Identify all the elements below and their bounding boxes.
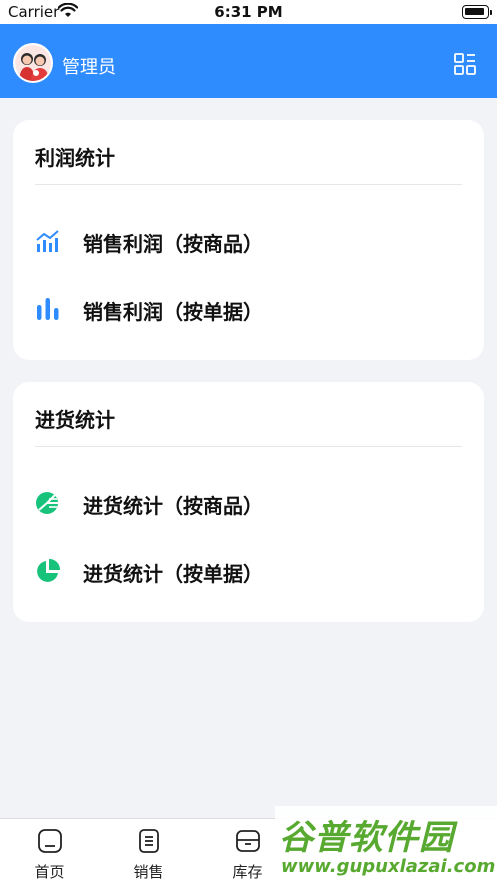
tab-sales[interactable]: 销售 (99, 819, 198, 883)
menu-item-purchase-by-product[interactable]: 进货统计（按商品） (13, 478, 484, 526)
pie-segments-icon (35, 490, 61, 516)
menu-item-sales-profit-by-product[interactable]: 销售利润（按商品） (13, 216, 484, 264)
home-icon (37, 828, 63, 854)
watermark: 谷普软件园 www.gupuxlazai.com (275, 806, 497, 883)
grid-icon[interactable] (453, 52, 477, 76)
card-title: 进货统计 (35, 408, 115, 432)
trend-chart-icon (35, 228, 61, 254)
pie-chart-icon (35, 558, 61, 584)
tab-label: 首页 (34, 863, 65, 881)
avatar-icon[interactable] (13, 43, 53, 83)
menu-item-sales-profit-by-order[interactable]: 销售利润（按单据） (13, 284, 484, 332)
watermark-url: www.gupuxlazai.com (281, 856, 496, 877)
menu-item-label: 销售利润（按商品） (83, 232, 263, 256)
archive-box-icon (235, 828, 261, 854)
menu-item-label: 销售利润（按单据） (83, 300, 263, 324)
clipboard-icon (136, 828, 162, 854)
page-title: 管理员 (62, 57, 116, 78)
bar-chart-icon (35, 296, 61, 322)
tab-home[interactable]: 首页 (0, 819, 99, 883)
menu-item-label: 进货统计（按商品） (83, 494, 263, 518)
clock-time: 6:31 PM (214, 3, 283, 21)
watermark-logo: 谷普软件园 (279, 818, 454, 858)
divider (35, 446, 462, 447)
profit-stats-card: 利润统计 销售利润（按商品） 销售利润（按单据） (13, 120, 484, 360)
menu-item-label: 进货统计（按单据） (83, 562, 263, 586)
divider (35, 184, 462, 185)
menu-item-purchase-by-order[interactable]: 进货统计（按单据） (13, 546, 484, 594)
app-header: 管理员 (0, 24, 497, 98)
tab-label: 销售 (133, 863, 164, 881)
purchase-stats-card: 进货统计 进货统计（按商品） 进货统计（按单据） (13, 382, 484, 622)
battery-icon (462, 5, 492, 19)
card-title: 利润统计 (35, 146, 115, 170)
status-bar: Carrier 6:31 PM (0, 0, 497, 24)
